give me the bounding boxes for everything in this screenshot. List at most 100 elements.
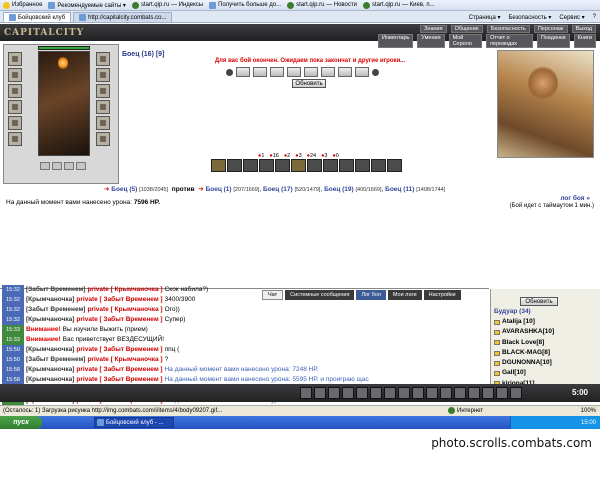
start-button[interactable]: пуск [0, 416, 42, 429]
equipment-slot[interactable] [8, 100, 22, 114]
chat-author[interactable]: [Забыт Временем] [26, 355, 85, 365]
chat-private-target[interactable]: private [ Забыт Временем ] [76, 365, 162, 375]
user-list-item[interactable]: AVARASHKA[10] [494, 327, 594, 337]
toolbar-icon[interactable] [454, 387, 466, 399]
user-list-item[interactable]: Black Love[8] [494, 338, 594, 348]
equipment-slot[interactable] [96, 116, 110, 130]
fav-link-3[interactable]: start.qip.ru — Новости [287, 1, 357, 9]
action-icon[interactable] [307, 159, 322, 172]
action-icon[interactable] [211, 159, 226, 172]
toolbar-icon[interactable] [440, 387, 452, 399]
chat-tab[interactable]: Чат [262, 290, 284, 300]
user-list-item[interactable]: Gall[10] [494, 368, 594, 378]
equipment-slot[interactable] [96, 68, 110, 82]
browser-tab-1[interactable]: http://capitalcity.combats.co... [73, 12, 173, 22]
equipment-slot[interactable] [8, 52, 22, 66]
toolbar-icon[interactable] [496, 387, 508, 399]
toolbar-icon[interactable] [356, 387, 368, 399]
chat-tab[interactable]: Лог боя [356, 290, 386, 300]
enemy-name[interactable]: Боец (1) [206, 186, 232, 193]
action-icon[interactable] [355, 159, 370, 172]
belt-slot[interactable] [52, 162, 62, 170]
chat-private-target[interactable]: private [ Крымчаночка ] [87, 285, 162, 295]
help-menu[interactable]: ? [593, 14, 596, 20]
toolbar-icon[interactable] [314, 387, 326, 399]
equipment-slot[interactable] [96, 100, 110, 114]
top-menu-item[interactable]: Умения [417, 34, 445, 48]
toolbar-icon[interactable] [412, 387, 424, 399]
battle-log-link[interactable]: лог боя » [560, 195, 590, 202]
user-nick[interactable]: BLACK-MAG[8] [502, 348, 550, 358]
chat-private-target[interactable]: private [ Крымчаночка ] [87, 355, 162, 365]
toolbar-icon[interactable] [328, 387, 340, 399]
chat-author[interactable]: [Забыт Временем] [26, 305, 85, 315]
chat-author[interactable]: [Крымчаночка] [26, 295, 74, 305]
action-icon[interactable] [371, 159, 386, 172]
top-menu-item[interactable]: Мой Сероло [448, 34, 483, 48]
action-icon[interactable] [227, 159, 242, 172]
chat-author[interactable]: Внимание! [26, 335, 61, 345]
chat-author[interactable]: [Крымчаночка] [26, 345, 74, 355]
fav-link-1[interactable]: start.qip.ru — Индексы [131, 1, 203, 9]
top-menu-item[interactable]: Общение [450, 25, 483, 33]
toolbar-icon[interactable] [398, 387, 410, 399]
top-menu-item[interactable]: Отчет о переводах [486, 34, 533, 48]
action-icon[interactable] [291, 159, 306, 172]
toolbar-icon[interactable] [482, 387, 494, 399]
chat-private-target[interactable]: private [ Забыт Временем ] [76, 345, 162, 355]
fav-link-2[interactable]: Получить больше до... [209, 1, 281, 9]
toolbar-icon[interactable] [342, 387, 354, 399]
page-menu[interactable]: Страница ▾ [469, 14, 501, 21]
taskbar-item[interactable]: Бойцовский клуб - ... [94, 417, 174, 428]
top-menu-item[interactable]: Инвентарь [378, 34, 414, 48]
enemy-name[interactable]: Боец (11) [385, 186, 414, 193]
user-nick[interactable]: Gall[10] [502, 368, 526, 378]
user-nick[interactable]: Atalija [10] [502, 317, 535, 327]
user-list-item[interactable]: DGUNONNA[10] [494, 358, 594, 368]
belt-slot[interactable] [76, 162, 86, 170]
refresh-button[interactable]: Обновить [292, 79, 326, 88]
fav-link-0[interactable]: Рекомендуемые сайты ▾ [48, 1, 126, 9]
toolbar-icon[interactable] [384, 387, 396, 399]
equipment-slot[interactable] [96, 84, 110, 98]
toolbar-icon[interactable] [468, 387, 480, 399]
user-nick[interactable]: DGUNONNA[10] [502, 358, 552, 368]
chat-private-target[interactable]: private [ Забыт Временем ] [76, 295, 162, 305]
user-list-item[interactable]: BLACK-MAG[8] [494, 348, 594, 358]
favorites-button[interactable]: Избранное [3, 1, 42, 9]
user-list-item[interactable]: Atalija [10] [494, 317, 594, 327]
belt-slot[interactable] [40, 162, 50, 170]
user-refresh-button[interactable]: Обновить [520, 297, 558, 306]
chat-author[interactable]: [Забыт Временем] [26, 285, 85, 295]
action-icon[interactable] [259, 159, 274, 172]
browser-tab-0[interactable]: Бойцовский клуб [3, 12, 72, 22]
chat-author[interactable]: Внимание! [26, 325, 61, 335]
equipment-slot[interactable] [8, 116, 22, 130]
enemy-name[interactable]: Боец (17) [263, 186, 293, 193]
equipment-slot[interactable] [96, 52, 110, 66]
action-icon[interactable] [275, 159, 290, 172]
enemy-name[interactable]: Боец (19) [324, 186, 354, 193]
equipment-slot[interactable] [8, 132, 22, 146]
action-icon[interactable] [387, 159, 402, 172]
equipment-slot[interactable] [8, 68, 22, 82]
chat-tab[interactable]: Настройки [423, 290, 461, 300]
user-nick[interactable]: Black Love[8] [502, 338, 544, 348]
fav-link-4[interactable]: start.qip.ru — Киев, п... [362, 1, 435, 9]
hero-name[interactable]: Боец (16) [9] [122, 51, 164, 58]
chat-private-target[interactable]: private [ Крымчаночка ] [87, 305, 162, 315]
equipment-slot[interactable] [8, 84, 22, 98]
belt-slot[interactable] [64, 162, 74, 170]
chat-tab[interactable]: Системные сообщения [285, 290, 355, 300]
action-icon[interactable] [339, 159, 354, 172]
toolbar-icon[interactable] [510, 387, 522, 399]
equipment-slot[interactable] [96, 132, 110, 146]
top-menu-item[interactable]: Книги [573, 34, 596, 48]
toolbar-icon[interactable] [370, 387, 382, 399]
tools-menu[interactable]: Сервис ▾ [559, 14, 584, 21]
zoom-level[interactable]: 100% [581, 405, 596, 416]
chat-tab[interactable]: Мои логи [387, 290, 422, 300]
chat-author[interactable]: [Крымчаночка] [26, 315, 74, 325]
chat-private-target[interactable]: private [ Забыт Временем ] [76, 315, 162, 325]
player-name[interactable]: Боец (5) [111, 186, 137, 193]
